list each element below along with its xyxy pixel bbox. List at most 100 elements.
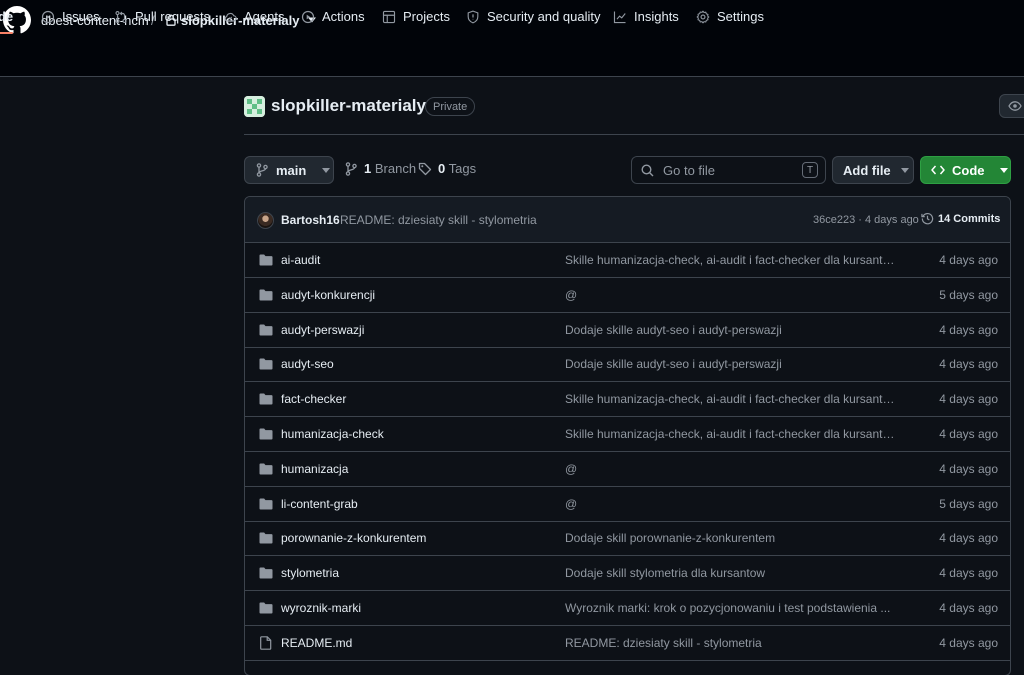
folder-icon <box>259 324 273 336</box>
file-name-link[interactable]: li-content-grab <box>281 497 358 511</box>
go-to-file-input[interactable] <box>663 162 793 178</box>
repo-avatar <box>244 96 265 117</box>
title-divider <box>244 134 1024 135</box>
file-name-link[interactable]: humanizacja-check <box>281 427 384 441</box>
tab-issues-label: Issues <box>62 9 100 24</box>
graph-icon <box>613 10 626 23</box>
tab-pull-requests-label: Pull requests <box>135 9 211 24</box>
commit-message[interactable]: README: dziesiaty skill - stylometria <box>340 213 537 227</box>
commits-count: 14 Commits <box>938 212 1001 225</box>
commits-history-link[interactable]: 14 Commits <box>921 212 1000 225</box>
file-name-link[interactable]: humanizacja <box>281 462 348 476</box>
tab-insights[interactable]: Insights <box>613 0 679 33</box>
file-commit-age: 4 days ago <box>939 566 998 581</box>
go-to-file-search[interactable]: T <box>631 156 826 184</box>
file-commit-message[interactable]: @ <box>565 288 895 302</box>
tab-pull-requests[interactable]: Pull requests <box>114 0 210 33</box>
triangle-down-icon <box>322 167 331 173</box>
add-file-label: Add file <box>843 162 891 178</box>
shield-icon <box>467 10 479 23</box>
watch-button[interactable] <box>999 94 1024 118</box>
triangle-down-icon <box>999 167 1008 173</box>
file-name-link[interactable]: wyroznik-marki <box>281 601 361 615</box>
folder-icon <box>259 463 273 475</box>
file-name-link[interactable]: audyt-perswazji <box>281 323 364 337</box>
folder-icon <box>259 289 273 301</box>
git-branch-icon <box>256 163 268 177</box>
repo-title[interactable]: slopkiller-materialy <box>271 96 426 116</box>
file-row[interactable]: humanizacja-check Skille humanizacja-chec… <box>245 417 1010 452</box>
folder-icon <box>259 532 273 544</box>
tab-code[interactable]: ode <box>0 0 14 34</box>
author-avatar[interactable] <box>257 212 274 229</box>
file-commit-age: 4 days ago <box>939 253 998 267</box>
file-icon <box>260 635 272 650</box>
search-icon <box>641 163 654 176</box>
file-commit-message[interactable]: Skille humanizacja-check, ai-audit i fac… <box>565 253 895 267</box>
file-row[interactable]: README.md README: dziesiaty skill - stylo… <box>245 626 1010 661</box>
code-button[interactable]: Code <box>920 156 1011 184</box>
commit-author[interactable]: Bartosh16 <box>281 213 340 227</box>
file-commit-age: 5 days ago <box>939 496 998 511</box>
file-row[interactable]: ai-audit Skille humanizacja-check, ai-aud… <box>245 243 1010 278</box>
file-commit-message[interactable]: Skille humanizacja-check, ai-audit i fac… <box>565 427 895 441</box>
file-commit-age: 4 days ago <box>939 357 998 372</box>
folder-icon <box>259 602 273 614</box>
folder-icon <box>259 567 273 579</box>
file-row[interactable]: audyt-perswazji Dodaje skille audyt-seo i… <box>245 313 1010 348</box>
tab-issues[interactable]: Issues <box>41 0 100 33</box>
file-commit-age: 4 days ago <box>939 601 998 615</box>
file-name-link[interactable]: README.md <box>281 636 352 650</box>
branches-link[interactable]: 1 Branch <box>344 161 416 176</box>
file-row[interactable]: fact-checker Skille humanizacja-check, ai… <box>245 382 1010 418</box>
tab-projects-label: Projects <box>403 9 450 24</box>
tab-projects[interactable]: Projects <box>382 0 450 33</box>
tab-security[interactable]: Security and quality <box>466 0 600 33</box>
file-name-link[interactable]: fact-checker <box>281 392 346 406</box>
tag-icon <box>418 162 432 175</box>
tab-code-label: ode <box>0 9 14 24</box>
commit-hash-age[interactable]: 36ce223 · 4 days ago <box>813 214 919 226</box>
folder-icon <box>259 254 273 266</box>
file-commit-message[interactable]: @ <box>565 497 895 511</box>
tab-settings[interactable]: Settings <box>696 0 764 33</box>
file-row[interactable]: wyroznik-marki Wyroznik marki: krok o poz… <box>245 591 1010 626</box>
file-commit-age: 4 days ago <box>939 531 998 546</box>
file-name-link[interactable]: audyt-seo <box>281 357 334 371</box>
tab-agents[interactable]: Agents <box>223 0 284 33</box>
visibility-badge: Private <box>425 97 476 116</box>
file-row[interactable]: audyt-seo Dodaje skille audyt-seo i audyt… <box>245 347 1010 383</box>
file-commit-message[interactable]: Wyroznik marki: krok o pozycjonowaniu i … <box>565 601 895 615</box>
triangle-down-icon <box>900 167 909 173</box>
code-icon <box>931 165 945 175</box>
file-commit-message[interactable]: Skille humanizacja-check, ai-audit i fac… <box>565 392 895 406</box>
file-name-link[interactable]: ai-audit <box>281 253 320 267</box>
file-commit-message[interactable]: Dodaje skill stylometria dla kursantow <box>565 566 895 580</box>
agent-cloud-icon <box>224 12 237 22</box>
eye-icon <box>1008 101 1022 111</box>
file-row[interactable]: li-content-grab @5 days ago <box>245 487 1010 522</box>
repo-identicon <box>244 96 265 117</box>
file-name-link[interactable]: porownanie-z-konkurentem <box>281 531 426 545</box>
folder-icon <box>259 358 273 370</box>
file-row[interactable]: stylometria Dodaje skill stylometria dla … <box>245 556 1010 592</box>
file-commit-message[interactable]: Dodaje skille audyt-seo i audyt-perswazj… <box>565 357 895 371</box>
file-commit-age: 4 days ago <box>939 461 998 476</box>
file-row[interactable]: humanizacja @4 days ago <box>245 452 1010 487</box>
file-commit-message[interactable]: @ <box>565 462 895 476</box>
file-commit-age: 4 days ago <box>939 322 998 337</box>
branch-count: 1 <box>364 161 372 176</box>
gear-icon <box>696 10 710 23</box>
tags-link[interactable]: 0 Tags <box>418 161 476 176</box>
tab-actions[interactable]: Actions <box>301 0 365 33</box>
git-pull-request-icon <box>115 10 127 23</box>
branch-select-button[interactable]: main <box>244 156 334 184</box>
file-name-link[interactable]: stylometria <box>281 566 339 580</box>
file-row[interactable]: porownanie-z-konkurentem Dodaje skill por… <box>245 521 1010 557</box>
file-commit-message[interactable]: Dodaje skille audyt-seo i audyt-perswazj… <box>565 323 895 337</box>
add-file-button[interactable]: Add file <box>832 156 914 184</box>
file-name-link[interactable]: audyt-konkurencji <box>281 288 375 302</box>
file-row[interactable]: audyt-konkurencji @5 days ago <box>245 278 1010 313</box>
file-commit-message[interactable]: Dodaje skill porownanie-z-konkurentem <box>565 531 895 545</box>
file-commit-message[interactable]: README: dziesiaty skill - stylometria <box>565 636 895 650</box>
